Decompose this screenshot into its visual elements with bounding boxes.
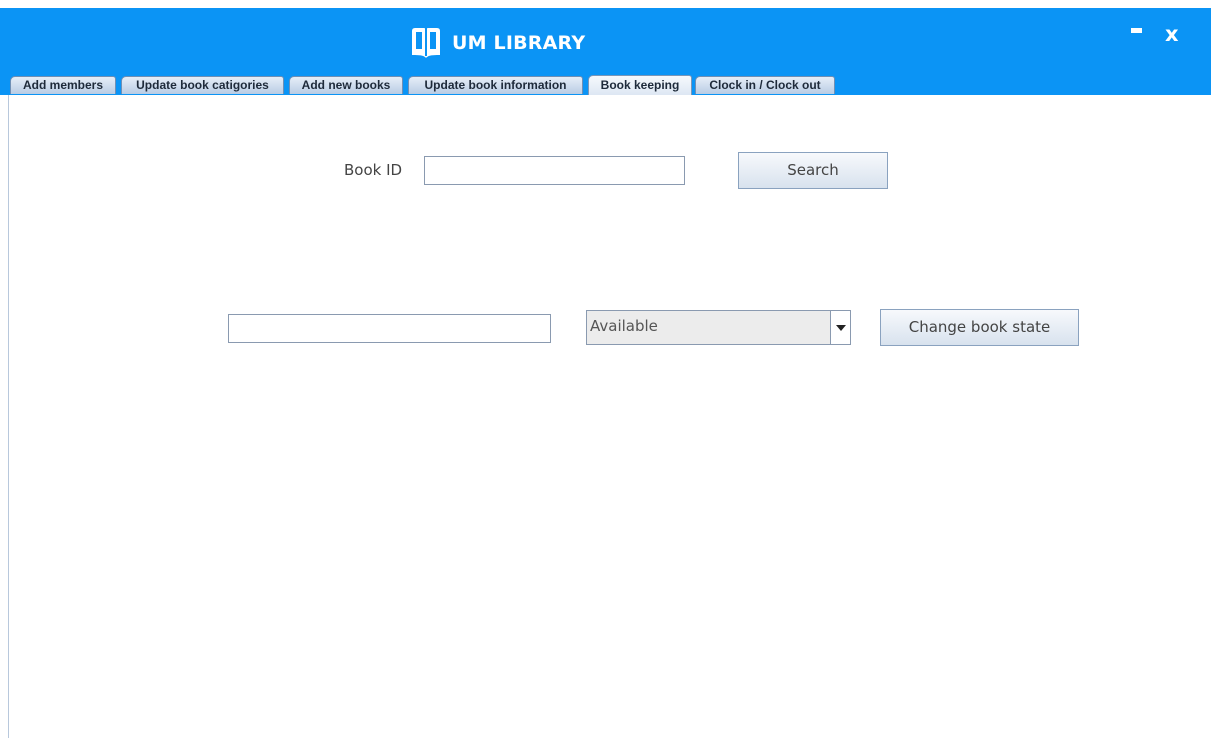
top-strip (0, 0, 1211, 8)
tab-add-members[interactable]: Add members (10, 76, 116, 94)
book-id-input[interactable] (424, 156, 685, 185)
tab-add-new-books[interactable]: Add new books (289, 76, 403, 94)
tab-strip: Add members Update book catigories Add n… (0, 75, 1211, 95)
book-keeping-panel: Book ID Search Available Change book sta… (8, 95, 1211, 738)
dropdown-arrow[interactable] (830, 311, 850, 344)
tab-book-keeping[interactable]: Book keeping (588, 75, 692, 95)
title-bar: UM LIBRARY (0, 8, 1211, 75)
book-id-label: Book ID (344, 161, 403, 179)
chevron-down-icon (836, 325, 846, 331)
book-state-selected-value: Available (590, 317, 658, 335)
search-button[interactable]: Search (738, 152, 888, 189)
change-book-state-button[interactable]: Change book state (880, 309, 1079, 346)
tab-clock-in-out[interactable]: Clock in / Clock out (695, 76, 835, 94)
book-state-select[interactable]: Available (586, 310, 851, 345)
tab-update-book-categories[interactable]: Update book catigories (121, 76, 284, 94)
app-title: UM LIBRARY (452, 32, 586, 54)
tab-update-book-information[interactable]: Update book information (408, 76, 583, 94)
close-button[interactable]: x (1165, 24, 1179, 45)
book-info-field[interactable] (228, 314, 551, 343)
open-book-icon (412, 28, 440, 58)
minimize-button[interactable] (1131, 28, 1142, 33)
